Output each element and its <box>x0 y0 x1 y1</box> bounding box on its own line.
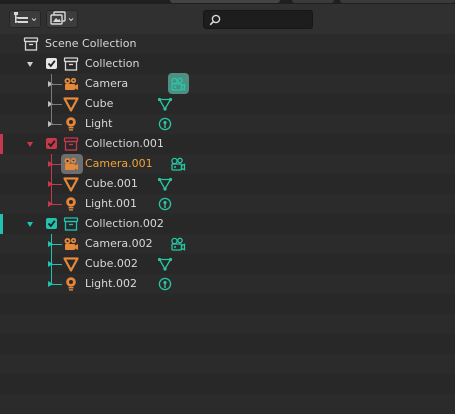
collection-color-marker <box>0 214 3 234</box>
display-mode-dropdown[interactable] <box>9 10 41 28</box>
collection-label[interactable]: Collection <box>85 54 139 74</box>
filter-dropdown[interactable] <box>46 10 78 28</box>
exclude-checkbox[interactable] <box>46 218 57 229</box>
light-data-icon[interactable] <box>157 196 173 212</box>
camera-data-icon[interactable] <box>170 236 186 252</box>
light-object-icon <box>63 116 79 132</box>
object-row[interactable]: Cube.002 <box>0 254 455 274</box>
object-label[interactable]: Camera.002 <box>85 234 153 254</box>
object-label[interactable]: Cube.001 <box>85 174 138 194</box>
chevron-down-icon <box>31 17 37 21</box>
tree-vertical-line <box>51 74 52 125</box>
filter-icon <box>50 10 66 28</box>
object-row[interactable]: Camera.001 <box>0 154 455 174</box>
object-row[interactable]: Cube <box>0 94 455 114</box>
collection-icon <box>63 216 79 232</box>
outliner-row: Scene Collection <box>0 34 455 54</box>
outliner-row <box>0 374 455 394</box>
object-label[interactable]: Light <box>85 114 112 134</box>
collection-label[interactable]: Collection.001 <box>85 134 164 154</box>
light-data-icon[interactable] <box>157 116 173 132</box>
object-label[interactable]: Camera.001 <box>85 154 153 174</box>
collection-expand-toggle[interactable] <box>27 222 33 227</box>
collection-color-marker <box>0 134 3 154</box>
collection-icon <box>63 56 79 72</box>
mesh-data-icon[interactable] <box>157 256 173 272</box>
tree-vertical-line <box>51 234 52 285</box>
object-row[interactable]: Light.001 <box>0 194 455 214</box>
object-label[interactable]: Cube.002 <box>85 254 138 274</box>
chevron-down-icon <box>68 17 74 21</box>
mesh-data-icon[interactable] <box>157 176 173 192</box>
top-strip-segment <box>292 0 334 3</box>
object-row[interactable]: Camera.002 <box>0 234 455 254</box>
collection-icon <box>63 136 79 152</box>
exclude-checkbox[interactable] <box>46 138 57 149</box>
scene-collection-label[interactable]: Scene Collection <box>45 34 136 54</box>
outliner-header <box>0 4 455 34</box>
search-icon <box>209 14 221 26</box>
object-label[interactable]: Cube <box>85 94 113 114</box>
outliner-tree: Scene Collection Collection Camera Cube Ligh… <box>0 34 455 414</box>
mesh-object-icon <box>63 256 79 272</box>
outliner-row <box>0 354 455 374</box>
camera-data-icon[interactable] <box>170 156 186 172</box>
collection-label[interactable]: Collection.002 <box>85 214 164 234</box>
object-row[interactable]: Light <box>0 114 455 134</box>
outliner-row <box>0 314 455 334</box>
mesh-data-icon[interactable] <box>157 96 173 112</box>
outliner-row <box>0 334 455 354</box>
camera-object-icon <box>63 76 79 92</box>
search-input[interactable] <box>203 10 313 29</box>
camera-object-icon <box>63 236 79 252</box>
camera-data-icon[interactable] <box>170 76 186 92</box>
object-row[interactable]: Cube.001 <box>0 174 455 194</box>
object-label[interactable]: Light.002 <box>85 274 137 294</box>
tree-vertical-line <box>51 154 52 205</box>
top-strip-segment <box>170 0 280 3</box>
collection-expand-toggle[interactable] <box>27 62 33 67</box>
camera-object-icon <box>63 156 79 172</box>
light-data-icon[interactable] <box>157 276 173 292</box>
object-label[interactable]: Light.001 <box>85 194 137 214</box>
outliner-display-icon <box>13 11 29 28</box>
mesh-object-icon <box>63 96 79 112</box>
exclude-checkbox[interactable] <box>46 58 57 69</box>
object-label[interactable]: Camera <box>85 74 128 94</box>
outliner-row <box>0 394 455 414</box>
outliner-row <box>0 294 455 314</box>
top-strip-segment <box>340 0 455 3</box>
light-object-icon <box>63 196 79 212</box>
light-object-icon <box>63 276 79 292</box>
scene-collection-icon <box>23 36 39 52</box>
collection-row[interactable]: Collection.002 <box>0 214 455 234</box>
object-row[interactable]: Light.002 <box>0 274 455 294</box>
collection-expand-toggle[interactable] <box>27 142 33 147</box>
mesh-object-icon <box>63 176 79 192</box>
object-row[interactable]: Camera <box>0 73 455 94</box>
collection-row[interactable]: Collection <box>0 54 455 74</box>
collection-row[interactable]: Collection.001 <box>0 134 455 154</box>
